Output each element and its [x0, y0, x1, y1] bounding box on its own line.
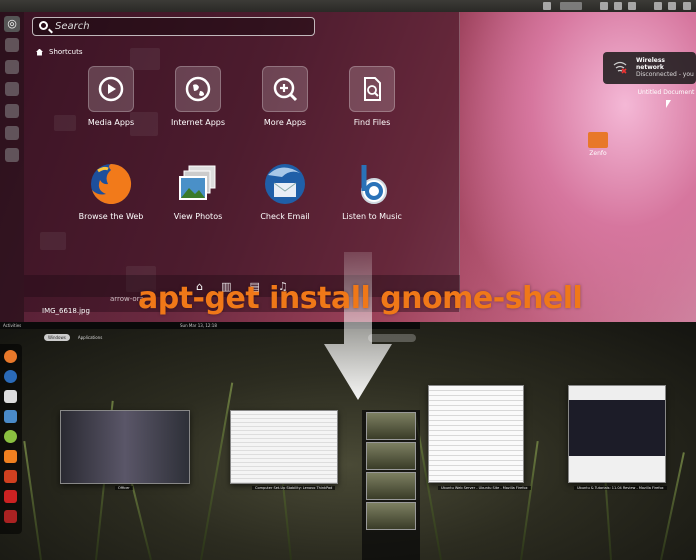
files-icon[interactable]	[4, 470, 17, 483]
firefox-icon	[87, 160, 135, 208]
media-apps-icon	[88, 66, 134, 112]
thunderbird-icon	[261, 160, 309, 208]
window-thumbnail-spreadsheet[interactable]	[230, 410, 338, 484]
lens-find-files[interactable]: Find Files	[332, 66, 412, 127]
lens-label: Find Files	[353, 118, 391, 127]
photos-icon	[174, 160, 222, 208]
software-center-icon[interactable]	[4, 450, 17, 463]
window-caption: Ubuntu & Tutorials: 11.04 Review - Mozil…	[574, 486, 667, 490]
shortcuts-header: Shortcuts	[36, 48, 82, 56]
app-label: View Photos	[173, 212, 223, 221]
lens-media-apps[interactable]: Media Apps	[71, 66, 151, 127]
wifi-icon[interactable]	[654, 2, 662, 10]
power-icon[interactable]	[683, 2, 691, 10]
settings-icon[interactable]	[4, 490, 17, 503]
workspace-switcher	[362, 410, 420, 560]
launcher-item[interactable]	[5, 104, 19, 118]
activities-button[interactable]: Activities	[3, 323, 21, 328]
grass-blade	[200, 382, 234, 560]
home-icon	[36, 48, 43, 56]
top-panel	[0, 0, 696, 12]
panel-clock[interactable]: Sun Mar 13, 12:18	[180, 323, 217, 328]
wireless-disconnected-icon	[613, 61, 627, 74]
keyboard-icon[interactable]	[600, 2, 608, 10]
window-caption: Computer Set-Up Stability: Lenovo ThinkP…	[252, 486, 336, 490]
window-caption: Officer	[115, 486, 133, 490]
app-label: Check Email	[260, 212, 310, 221]
network-graph-icon[interactable]	[560, 2, 582, 10]
internet-apps-icon	[175, 66, 221, 112]
lens-internet-apps[interactable]: Internet Apps	[158, 66, 238, 127]
gnome-dash	[0, 344, 22, 534]
mouse-cursor-icon	[666, 100, 671, 108]
thunderbird-icon[interactable]	[4, 370, 17, 383]
file-thumbnail-label: IMG_6618.jpg	[42, 307, 90, 315]
desktop-icon-document[interactable]: Untitled Document	[636, 89, 696, 96]
window-thumbnail-video[interactable]	[60, 410, 190, 484]
lens-more-apps[interactable]: More Apps	[245, 66, 325, 127]
down-arrow-icon	[324, 252, 392, 400]
launcher-item[interactable]	[5, 148, 19, 162]
window-thumbnail-browser[interactable]	[568, 385, 666, 483]
app-label: Browse the Web	[78, 212, 144, 221]
launcher-item[interactable]	[5, 82, 19, 96]
app-browse-web[interactable]: Browse the Web	[71, 160, 151, 221]
workspace-thumbnail[interactable]	[366, 502, 416, 530]
overview-tabs: Windows Applications	[44, 334, 106, 341]
search-input[interactable]	[55, 18, 305, 35]
launcher-item[interactable]	[5, 38, 19, 52]
find-files-icon	[349, 66, 395, 112]
window-caption: Ubuntu Web Server - Ubuntu Site - Mozill…	[438, 486, 531, 490]
launcher-item[interactable]	[5, 126, 19, 140]
folder-icon	[588, 132, 608, 148]
app-listen-music[interactable]: Listen to Music	[332, 160, 412, 221]
ubuntu-logo-icon[interactable]: ◎	[4, 16, 20, 32]
app-check-email[interactable]: Check Email	[245, 160, 325, 221]
firefox-icon[interactable]	[4, 350, 17, 363]
terminal-icon[interactable]	[4, 410, 17, 423]
banshee-icon	[348, 160, 396, 208]
notification-title: Wireless network	[636, 57, 665, 71]
messaging-icon[interactable]	[614, 2, 622, 10]
notification-body: Disconnected - you are	[636, 71, 696, 78]
desktop-icon-folder[interactable]: Zenfo	[585, 132, 611, 157]
lens-label: Internet Apps	[170, 118, 226, 127]
workspace-thumbnail[interactable]	[366, 442, 416, 470]
unity-launcher: ◎	[0, 12, 24, 322]
launcher-item[interactable]	[5, 60, 19, 74]
install-command-caption: apt-get install gnome-shell	[138, 281, 583, 316]
tab-applications[interactable]: Applications	[74, 334, 106, 341]
android-icon[interactable]	[4, 430, 17, 443]
search-icon	[39, 21, 48, 30]
grass-blade	[23, 441, 42, 560]
app-view-photos[interactable]: View Photos	[158, 160, 238, 221]
shortcuts-label: Shortcuts	[49, 48, 83, 56]
battery-icon[interactable]	[628, 2, 636, 10]
mail-indicator-icon[interactable]	[543, 2, 551, 10]
tab-windows[interactable]: Windows	[44, 334, 70, 341]
pidgin-icon[interactable]	[4, 390, 17, 403]
volume-icon[interactable]	[668, 2, 676, 10]
lens-label: More Apps	[263, 118, 307, 127]
lens-label: Media Apps	[87, 118, 135, 127]
network-notification: Wireless network Disconnected - you are	[603, 52, 696, 84]
app-label: Listen to Music	[342, 212, 402, 221]
dash-search[interactable]	[32, 17, 315, 36]
media-player-icon[interactable]	[4, 510, 17, 523]
window-thumbnail-webpage[interactable]	[428, 385, 524, 483]
workspace-thumbnail[interactable]	[366, 412, 416, 440]
workspace-thumbnail[interactable]	[366, 472, 416, 500]
more-apps-icon	[262, 66, 308, 112]
